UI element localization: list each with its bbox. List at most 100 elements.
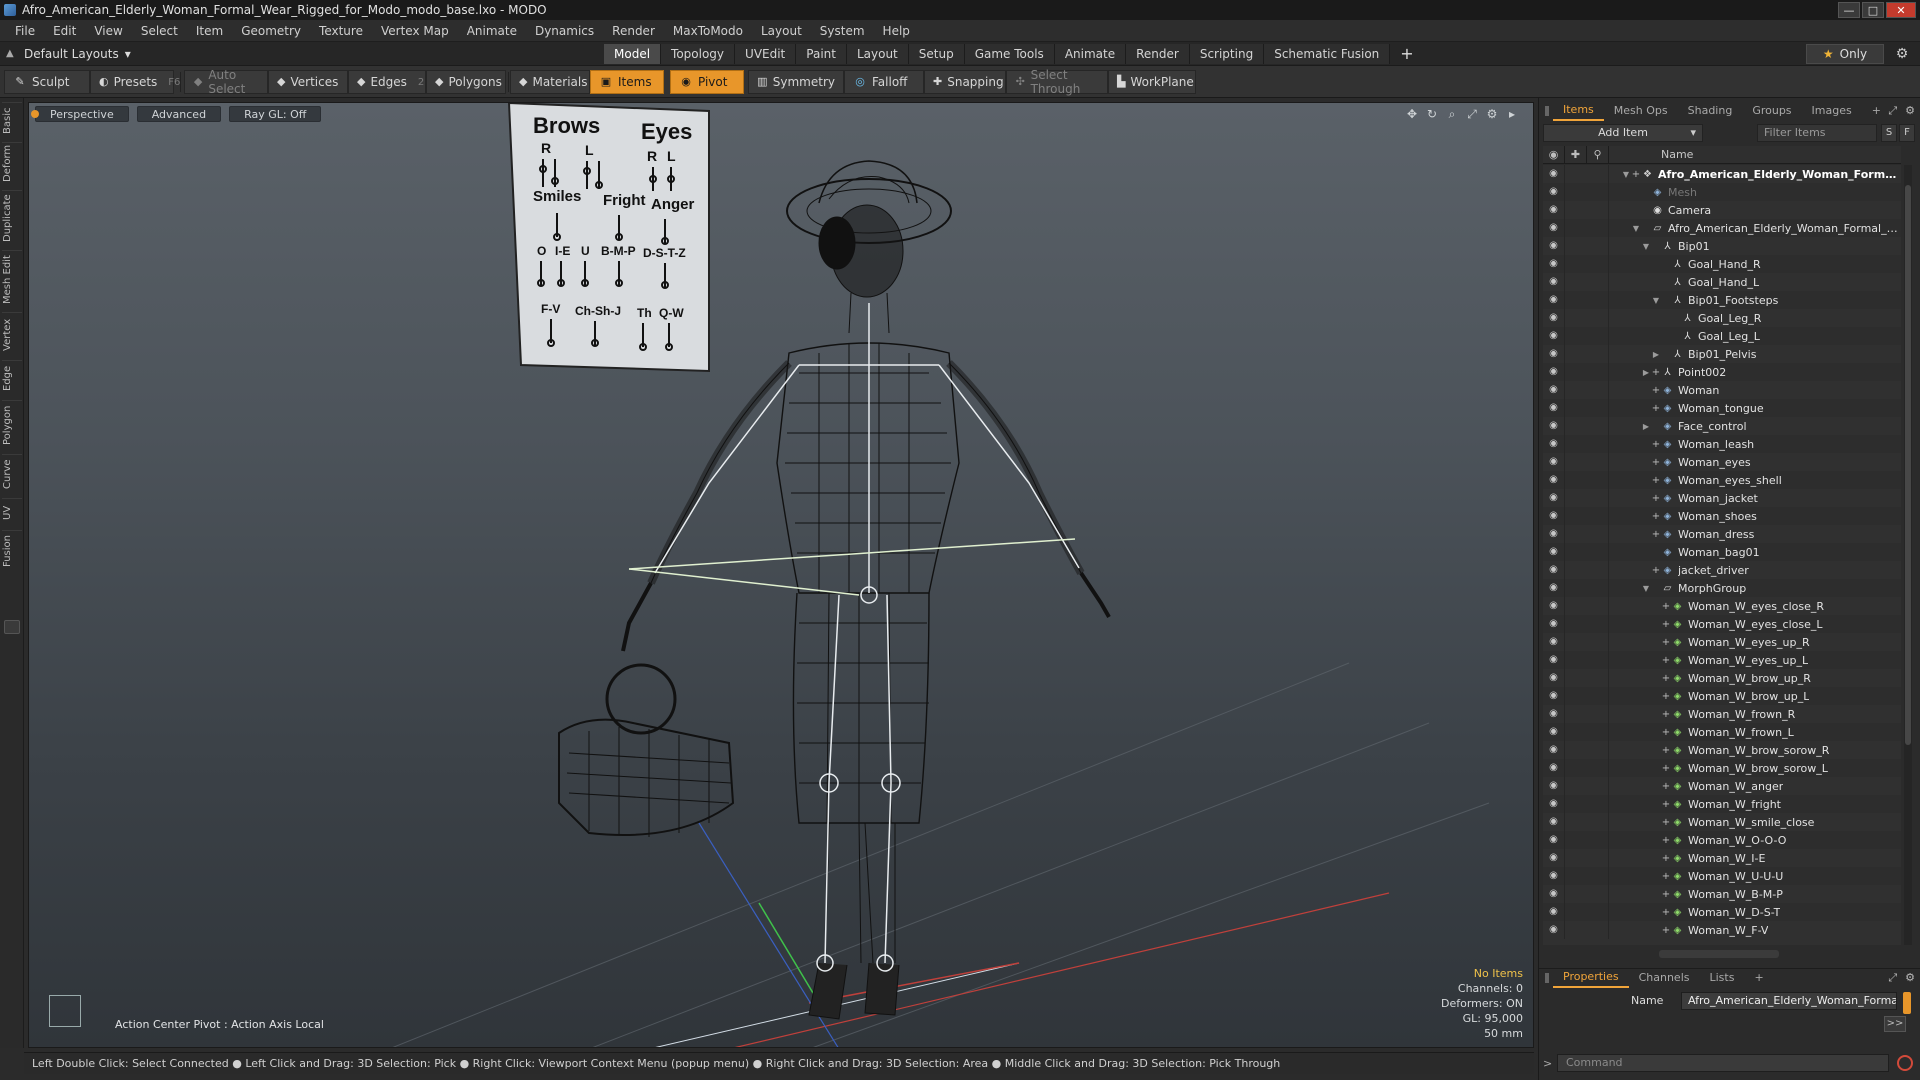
add-child-icon[interactable]: +: [1661, 745, 1671, 756]
expand-toggle-icon[interactable]: ▼: [1621, 170, 1631, 179]
tree-row[interactable]: ◉ ▼ ▱ MorphGroup: [1543, 579, 1901, 597]
tab-model[interactable]: Model: [604, 44, 662, 64]
menu-geometry[interactable]: Geometry: [232, 20, 310, 42]
menu-dynamics[interactable]: Dynamics: [526, 20, 603, 42]
visibility-eye-icon[interactable]: ◉: [1543, 867, 1565, 885]
visibility-eye-icon[interactable]: ◉: [1543, 921, 1565, 939]
visibility-eye-icon[interactable]: ◉: [1543, 291, 1565, 309]
expand-toggle-icon[interactable]: ▼: [1641, 242, 1651, 251]
filter-items-input[interactable]: Filter Items: [1757, 124, 1877, 142]
visibility-column-eye-icon[interactable]: ◉: [1543, 145, 1565, 164]
pivot-button[interactable]: ◉ Pivot: [670, 70, 744, 94]
properties-expand-button[interactable]: >>: [1884, 1016, 1906, 1032]
tree-row[interactable]: ◉ + ◈ Woman_W_eyes_up_L: [1543, 651, 1901, 669]
visibility-eye-icon[interactable]: ◉: [1543, 849, 1565, 867]
items-scrollbar-thumb[interactable]: [1905, 185, 1911, 745]
name-column-header[interactable]: Name: [1649, 148, 1693, 161]
add-item-button[interactable]: Add Item ▾: [1543, 124, 1703, 142]
select-through-button[interactable]: ✣ Select Through: [1006, 68, 1108, 96]
tab-setup[interactable]: Setup: [908, 44, 965, 64]
tree-row[interactable]: ◉ + ◈ Woman_W_brow_up_L: [1543, 687, 1901, 705]
menu-select[interactable]: Select: [132, 20, 187, 42]
viewport-gear-icon[interactable]: ⚙: [1485, 107, 1499, 121]
menu-animate[interactable]: Animate: [458, 20, 526, 42]
viewport-expand-icon[interactable]: ▸: [1505, 107, 1519, 121]
panel-grip-icon[interactable]: [1545, 972, 1549, 983]
visibility-eye-icon[interactable]: ◉: [1543, 273, 1565, 291]
filter-f-button[interactable]: F: [1899, 124, 1915, 142]
visibility-eye-icon[interactable]: ◉: [1543, 381, 1565, 399]
vtab-fusion[interactable]: Fusion: [2, 530, 22, 572]
menu-item[interactable]: Item: [187, 20, 232, 42]
shading-mode-menu[interactable]: Advanced: [136, 106, 222, 122]
strip-toggle-button[interactable]: [4, 620, 20, 634]
tree-row[interactable]: ◉ + ◈ Woman_jacket: [1543, 489, 1901, 507]
menu-texture[interactable]: Texture: [310, 20, 372, 42]
vtab-mesh-edit[interactable]: Mesh Edit: [2, 250, 22, 308]
tree-row[interactable]: ◉ ▼ ⅄ Bip01: [1543, 237, 1901, 255]
tree-row[interactable]: ◉ ◈ Woman_bag01: [1543, 543, 1901, 561]
close-button[interactable]: ✕: [1886, 2, 1916, 18]
tab-images[interactable]: Images: [1802, 102, 1862, 120]
tree-row[interactable]: ◉ + ◈ Woman: [1543, 381, 1901, 399]
tree-row[interactable]: ◉ ⅄ Goal_Leg_L: [1543, 327, 1901, 345]
render-column-icon[interactable]: ⚲: [1587, 145, 1609, 164]
visibility-eye-icon[interactable]: ◉: [1543, 597, 1565, 615]
tab-game-tools[interactable]: Game Tools: [964, 44, 1055, 64]
properties-side-handle[interactable]: [1903, 992, 1911, 1014]
name-field[interactable]: Afro_American_Elderly_Woman_Formal_W: [1681, 992, 1897, 1010]
visibility-eye-icon[interactable]: ◉: [1543, 201, 1565, 219]
expand-icon[interactable]: ⤢: [1888, 104, 1897, 118]
tree-row[interactable]: ◉ + ◈ Woman_W_F-V: [1543, 921, 1901, 939]
tree-row[interactable]: ◉ ▶ + ⅄ Point002: [1543, 363, 1901, 381]
add-child-icon[interactable]: +: [1651, 475, 1661, 486]
visibility-eye-icon[interactable]: ◉: [1543, 813, 1565, 831]
tab-render[interactable]: Render: [1126, 44, 1190, 64]
visibility-eye-icon[interactable]: ◉: [1543, 165, 1565, 183]
visibility-eye-icon[interactable]: ◉: [1543, 399, 1565, 417]
add-panel-tab-button[interactable]: +: [1862, 102, 1891, 120]
tree-row[interactable]: ◉ ▼ ▱ Afro_American_Elderly_Woman_Formal_We…: [1543, 219, 1901, 237]
add-child-icon[interactable]: +: [1661, 691, 1671, 702]
vtab-polygon[interactable]: Polygon: [2, 400, 22, 450]
lock-column-icon[interactable]: ✚: [1565, 145, 1587, 164]
visibility-eye-icon[interactable]: ◉: [1543, 345, 1565, 363]
command-input[interactable]: Command: [1557, 1054, 1889, 1072]
filter-s-button[interactable]: S: [1881, 124, 1897, 142]
visibility-eye-icon[interactable]: ◉: [1543, 579, 1565, 597]
tree-row[interactable]: ◉ ◉ Camera: [1543, 201, 1901, 219]
tab-lists[interactable]: Lists: [1700, 969, 1745, 987]
tree-row[interactable]: ◉ + ◈ Woman_W_eyes_close_L: [1543, 615, 1901, 633]
tree-row[interactable]: ◉ + ◈ Woman_W_O-O-O: [1543, 831, 1901, 849]
visibility-eye-icon[interactable]: ◉: [1543, 525, 1565, 543]
add-child-icon[interactable]: +: [1661, 817, 1671, 828]
add-child-icon[interactable]: +: [1661, 925, 1671, 936]
tab-paint[interactable]: Paint: [796, 44, 847, 64]
zoom-icon[interactable]: ⌕: [1445, 107, 1459, 121]
menu-render[interactable]: Render: [603, 20, 664, 42]
vtab-uv[interactable]: UV: [2, 498, 22, 526]
tree-row[interactable]: ◉ + ◈ Woman_W_eyes_up_R: [1543, 633, 1901, 651]
add-tab-button[interactable]: +: [1390, 44, 1423, 64]
tab-layout[interactable]: Layout: [846, 44, 909, 64]
add-child-icon[interactable]: +: [1661, 601, 1671, 612]
tab-uvedit[interactable]: UVEdit: [735, 44, 797, 64]
visibility-eye-icon[interactable]: ◉: [1543, 777, 1565, 795]
expand-icon[interactable]: ⤢: [1888, 971, 1897, 985]
add-child-icon[interactable]: +: [1661, 781, 1671, 792]
tree-row[interactable]: ◉ + ◈ Woman_eyes: [1543, 453, 1901, 471]
vtab-basic[interactable]: Basic: [2, 102, 22, 138]
items-horizontal-scrollbar[interactable]: [1659, 950, 1779, 958]
items-scrollbar[interactable]: [1904, 165, 1912, 945]
tree-row[interactable]: ◉ + ◈ Woman_eyes_shell: [1543, 471, 1901, 489]
add-child-icon[interactable]: +: [1651, 529, 1661, 540]
expand-toggle-icon[interactable]: ▼: [1651, 296, 1661, 305]
add-child-icon[interactable]: +: [1651, 367, 1661, 378]
tab-shading[interactable]: Shading: [1678, 102, 1743, 120]
tree-row[interactable]: ◉ + ◈ Woman_tongue: [1543, 399, 1901, 417]
tree-row[interactable]: ◉ + ◈ Woman_W_frown_L: [1543, 723, 1901, 741]
add-child-icon[interactable]: +: [1661, 619, 1671, 630]
tree-row[interactable]: ◉ + ◈ Woman_W_B-M-P: [1543, 885, 1901, 903]
add-child-icon[interactable]: +: [1661, 673, 1671, 684]
visibility-eye-icon[interactable]: ◉: [1543, 453, 1565, 471]
